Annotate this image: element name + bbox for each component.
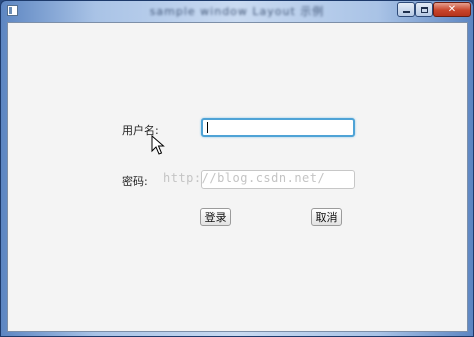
minimize-button[interactable] xyxy=(397,2,415,17)
password-input[interactable] xyxy=(201,170,355,189)
login-button[interactable]: 登录 xyxy=(200,208,231,226)
application-window: sample window Layout 示例 ✕ 用户名: 密码: http:… xyxy=(0,0,474,337)
username-input[interactable] xyxy=(201,118,355,137)
password-label: 密码: xyxy=(122,175,148,188)
text-caret xyxy=(207,122,208,133)
mouse-pointer-icon xyxy=(151,135,165,155)
minimize-icon xyxy=(402,11,410,13)
title-bar[interactable]: sample window Layout 示例 ✕ xyxy=(1,1,473,21)
maximize-button[interactable] xyxy=(415,2,433,17)
maximize-icon xyxy=(420,6,428,13)
close-button[interactable]: ✕ xyxy=(433,2,471,17)
client-area: 用户名: 密码: http://blog.csdn.net/ 登录 取消 xyxy=(7,22,468,332)
close-icon: ✕ xyxy=(447,4,457,15)
cancel-button[interactable]: 取消 xyxy=(311,208,342,226)
